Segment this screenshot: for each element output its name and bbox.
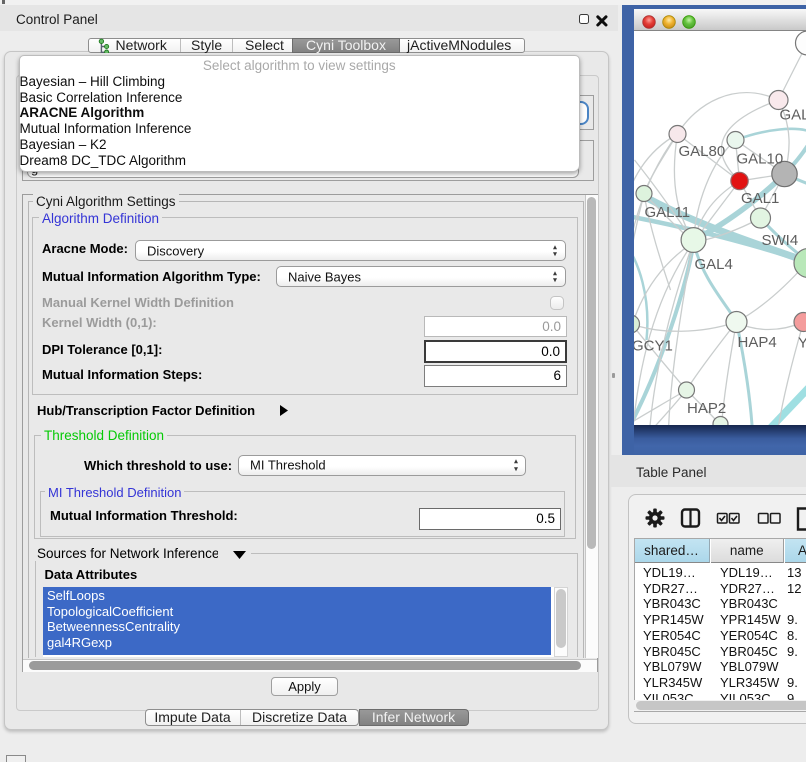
svg-text:GAL1: GAL1 <box>741 190 779 207</box>
svg-text:SWI4: SWI4 <box>761 232 798 249</box>
svg-text:HAP2: HAP2 <box>687 400 726 417</box>
svg-text:GAL10: GAL10 <box>736 151 783 168</box>
svg-text:GCY1: GCY1 <box>634 338 673 355</box>
svg-text:HAP4: HAP4 <box>737 334 776 351</box>
svg-text:GAL: GAL <box>779 107 806 124</box>
svg-text:GAL11: GAL11 <box>644 204 690 221</box>
svg-text:Y: Y <box>798 335 806 352</box>
svg-text:GAL4: GAL4 <box>694 256 732 273</box>
svg-text:GAL80: GAL80 <box>678 143 725 160</box>
